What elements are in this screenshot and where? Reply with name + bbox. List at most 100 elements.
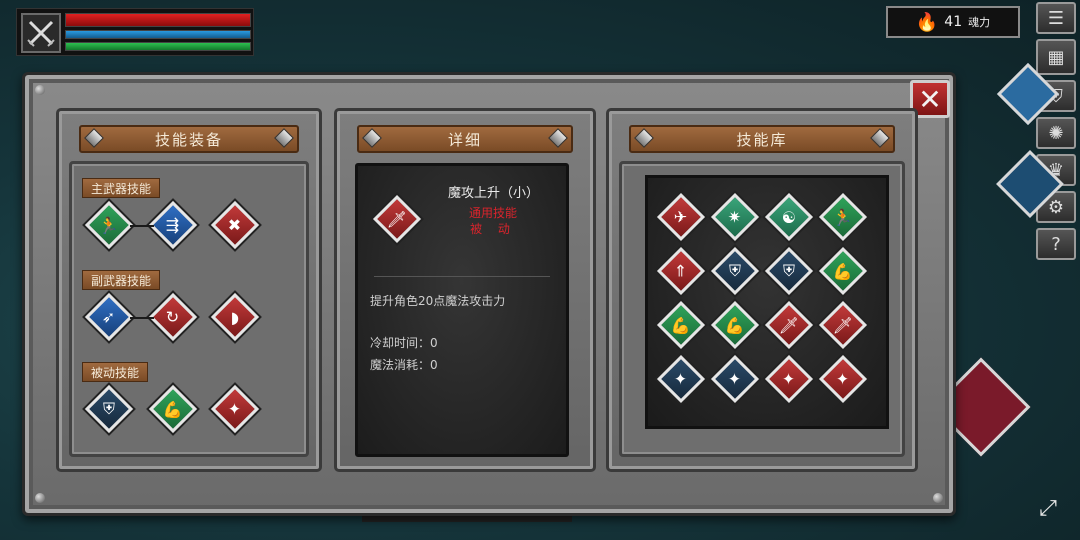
skill-gem: ✦ [764,354,814,404]
panel-header: 详细 [357,125,573,153]
side-menu: ☰▦⛨✺♛⚙? [1036,2,1078,265]
flame-icon: 🔥 [915,11,939,33]
menu-list-icon: ☰ [1047,7,1065,29]
skill-gem: ✦ [710,354,760,404]
skill-description: 提升角色20点魔法攻击力 [370,294,506,308]
medallion-button[interactable]: ✺ [1036,117,1076,149]
skill-slot[interactable]: 🗡 [818,300,868,350]
whirlwind-skill-icon: ↻ [166,307,180,327]
skill-slot[interactable]: 💪 [148,384,198,434]
help-icon: ? [1051,233,1061,255]
skill-gem: ✈ [656,192,706,242]
settings-gear-icon: ⚙ [1047,196,1065,218]
skill-gem: ➶ [84,292,134,342]
skill-slot[interactable]: 💪 [710,300,760,350]
skill-gem: 🏃 [818,192,868,242]
skill-slot[interactable]: ✦ [656,354,706,404]
rank-up-skill-icon: ⇑ [674,261,688,281]
health-bar [65,13,251,27]
soul-value: 41 [944,14,963,30]
scroll-icon: ▦ [1047,46,1065,68]
panel-title: 详细 [447,130,482,149]
panel-title: 技能装备 [154,130,223,149]
skill-slot[interactable]: ✈ [656,192,706,242]
magic-shield-skill-icon: ✦ [728,369,742,389]
player-status-hud [16,8,254,56]
skill-gem: ✦ [656,354,706,404]
passive-section-label: 被动技能 [82,362,149,382]
help-button[interactable]: ? [1036,228,1076,260]
skill-gem: 💪 [710,300,760,350]
skill-equip-panel: 技能装备 主武器技能 副武器技能 被动技能 🏃 ⇶ ✖ ➶ ↻ ◗ ⛨ 💪 ✦ [56,108,322,472]
skill-slot[interactable]: 🏃 [818,192,868,242]
skill-slot[interactable]: ⇶ [148,200,198,250]
skill-slot[interactable]: ⇑ [656,246,706,296]
skill-link-line [130,225,154,227]
skill-cooldown: 冷却时间：0 [370,336,438,350]
panel-title: 技能库 [736,130,788,149]
detail-content: 🗡 魔攻上升（小） 通用技能 被 动 提升角色20点魔法攻击力 冷却时间：0 魔… [355,163,569,457]
skill-gem: ⇑ [656,246,706,296]
muscle-skill-icon: 💪 [671,315,691,335]
shield-skill-icon: ⛨ [102,398,116,418]
mind-skill-icon: ☯ [781,207,797,227]
skill-slot[interactable]: ✦ [764,354,814,404]
skill-slot[interactable]: ↻ [148,292,198,342]
skill-gem: ⛨ [84,384,134,434]
skill-slot[interactable]: ➶ [84,292,134,342]
crescent-slash-skill-icon: ◗ [230,307,240,327]
skill-type: 通用技能 [468,206,517,220]
stamina-bar [65,42,251,51]
mana-bar [65,30,251,39]
skill-slot[interactable]: ✦ [710,354,760,404]
skill-slot[interactable]: 💪 [656,300,706,350]
skill-slot[interactable]: 🗡 [764,300,814,350]
cross-slash-skill-icon: ✖ [228,215,242,235]
skill-name: 魔攻上升（小） [448,186,540,201]
charge-skill-icon: ➶ [102,307,116,327]
skill-gem: ☯ [764,192,814,242]
skill-slot[interactable]: ◗ [210,292,260,342]
main-weapon-section-label: 主武器技能 [82,178,161,198]
skill-slot[interactable]: ⛨ [764,246,814,296]
skill-slot[interactable]: 🏃 [84,200,134,250]
sub-weapon-section-label: 副武器技能 [82,270,161,290]
skill-gem: 🗡 [764,300,814,350]
medallion-icon: ✺ [1048,122,1064,144]
magic-sword-skill-icon: ✦ [836,369,850,389]
skill-slot[interactable]: ✦ [210,384,260,434]
panel-header: 技能装备 [79,125,299,153]
skill-gem: ✦ [818,354,868,404]
magic-sword-skill-icon: ✦ [782,369,796,389]
skill-slot[interactable]: ✖ [210,200,260,250]
magic-sword-skill-icon: 🗡 [778,315,800,335]
skill-gem: ↻ [148,292,198,342]
skill-gem: 💪 [148,384,198,434]
skill-gem: ◗ [210,292,260,342]
skill-gem: ⇶ [148,200,198,250]
skill-slot[interactable]: ⛨ [84,384,134,434]
skill-gem: 🗡 [818,300,868,350]
muscle-skill-icon: 💪 [833,261,853,281]
skill-slot[interactable]: ✷ [710,192,760,242]
crossed-swords-icon[interactable] [21,13,61,53]
muscle-skill-icon: 💪 [725,315,745,335]
skill-library-panel: 技能库 ✈ ✷ ☯ 🏃 ⇑ ⛨ ⛨ 💪 💪 💪 🗡 🗡 ✦ ✦ ✦ ✦ [606,108,918,472]
equip-panel-body: 主武器技能 副武器技能 被动技能 🏃 ⇶ ✖ ➶ ↻ ◗ ⛨ 💪 ✦ [69,161,309,457]
scroll-button[interactable]: ▦ [1036,39,1076,75]
dash-skill-icon: 🏃 [833,207,853,227]
skill-slot[interactable]: 💪 [818,246,868,296]
skill-detail-panel: 详细 🗡 魔攻上升（小） 通用技能 被 动 提升角色20点魔法攻击力 冷却时间：… [334,108,596,472]
skill-gem: 🏃 [84,200,134,250]
close-icon: ✕ [918,82,942,116]
slide-skill-icon: ⇶ [166,215,180,235]
expand-corner-icon[interactable]: ⤢ [1026,486,1070,530]
skill-gem: 💪 [818,246,868,296]
skill-library-list[interactable]: ✈ ✷ ☯ 🏃 ⇑ ⛨ ⛨ 💪 💪 💪 🗡 🗡 ✦ ✦ ✦ ✦ [645,175,889,429]
skill-slot[interactable]: ✦ [818,354,868,404]
skill-slot[interactable]: ☯ [764,192,814,242]
skill-mana-cost: 魔法消耗：0 [370,358,438,372]
magic-sword-skill-icon: ✦ [228,399,242,419]
menu-list-button[interactable]: ☰ [1036,2,1076,34]
skill-slot[interactable]: ⛨ [710,246,760,296]
